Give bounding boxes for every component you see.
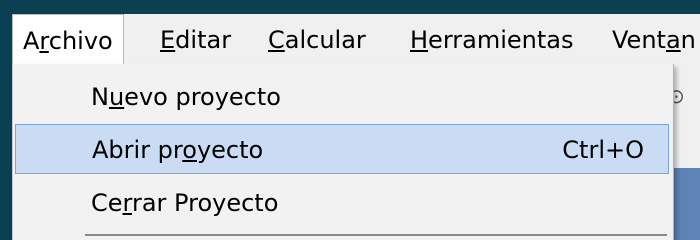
menu-archivo-mnemonic: r xyxy=(39,27,49,55)
menu-item-abrir-proyecto[interactable]: Abrir proyecto Ctrl+O xyxy=(15,124,669,174)
menu-item-abrir-proyecto-label: Abrir proyecto xyxy=(92,136,264,164)
menu-herramientas[interactable]: Herramientas xyxy=(410,14,573,64)
menu-ventana[interactable]: Ventan xyxy=(612,14,696,64)
menu-archivo-label-b: chivo xyxy=(48,27,113,55)
app-window: Archivo Editar Calcular Herramientas Ven… xyxy=(0,0,700,240)
menu-calcular[interactable]: Calcular xyxy=(268,14,366,64)
menu-editar-label: ditar xyxy=(175,26,232,54)
menu-ventana-label-b: n xyxy=(680,26,696,54)
menu-item-cerrar-proyecto[interactable]: Cerrar Proyecto xyxy=(15,178,669,228)
menu-editar-mnemonic: E xyxy=(160,26,176,54)
menu-herramientas-mnemonic: H xyxy=(410,26,429,54)
menu-calcular-mnemonic: C xyxy=(268,26,285,54)
menu-item-abrir-proyecto-shortcut: Ctrl+O xyxy=(562,136,644,164)
menu-bar: Archivo Editar Calcular Herramientas Ven… xyxy=(12,14,700,65)
menu-archivo[interactable]: Archivo xyxy=(12,14,124,65)
archivo-dropdown-menu: Nuevo proyecto Abrir proyecto Ctrl+O Cer… xyxy=(12,64,674,240)
menu-item-cerrar-proyecto-label: Cerrar Proyecto xyxy=(91,189,279,217)
menu-editar[interactable]: Editar xyxy=(160,14,231,64)
menu-archivo-label-a: A xyxy=(23,27,40,55)
menu-calcular-label: alcular xyxy=(284,26,366,54)
menu-item-nuevo-proyecto-label: Nuevo proyecto xyxy=(91,83,281,111)
menu-ventana-label-a: Vent xyxy=(612,26,666,54)
menu-ventana-mnemonic: a xyxy=(665,26,681,54)
menu-separator xyxy=(85,234,667,236)
menu-herramientas-label: erramientas xyxy=(428,26,574,54)
menu-item-nuevo-proyecto[interactable]: Nuevo proyecto xyxy=(15,72,669,122)
